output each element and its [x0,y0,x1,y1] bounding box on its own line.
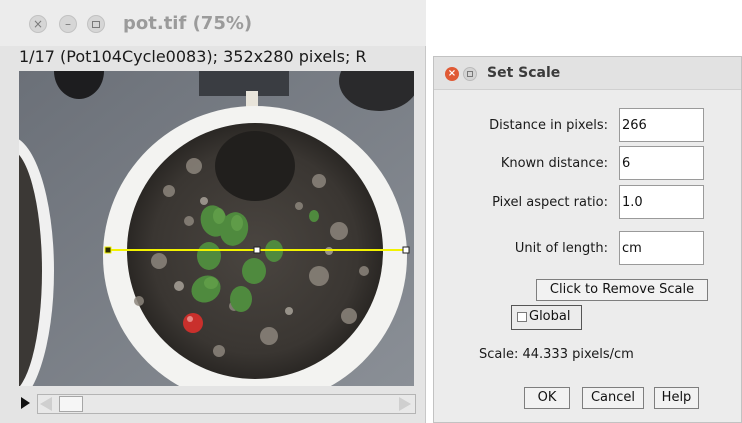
close-icon[interactable]: × [29,15,47,33]
cancel-button[interactable]: Cancel [582,387,644,409]
distance-in-pixels-label: Distance in pixels: [489,118,608,133]
unit-of-length-input[interactable] [619,231,704,265]
play-icon[interactable] [21,397,30,409]
dialog-titlebar: × Set Scale [434,57,741,90]
image-canvas[interactable] [19,71,414,386]
minimize-icon[interactable]: – [59,15,77,33]
dialog-title: Set Scale [487,65,561,81]
remove-scale-button[interactable]: Click to Remove Scale [536,279,708,301]
image-window-titlebar: × – pot.tif (75%) [0,0,426,46]
unit-of-length-label: Unit of length: [514,241,608,256]
known-distance-input[interactable] [619,146,704,180]
stack-scrollbar[interactable] [37,394,416,414]
scroll-left-icon[interactable] [40,397,52,411]
maximize-icon[interactable] [87,15,105,33]
image-info-line: 1/17 (Pot104Cycle0083); 352x280 pixels; … [19,47,367,66]
pixel-aspect-ratio-label: Pixel aspect ratio: [492,195,608,210]
close-glyph: × [32,17,44,31]
help-button[interactable]: Help [654,387,699,409]
set-scale-dialog: × Set Scale Distance in pixels: Known di… [433,56,742,423]
scrollbar-thumb[interactable] [59,396,83,412]
stack-navigation [19,392,416,416]
global-label: Global [529,309,571,324]
global-checkbox[interactable] [517,312,527,322]
image-window-title: pot.tif (75%) [123,13,253,34]
dialog-close-glyph: × [447,68,457,79]
image-window: × – pot.tif (75%) 1/17 (Pot104Cycle0083)… [0,0,426,423]
known-distance-label: Known distance: [500,156,608,171]
line-handle-end [402,246,410,254]
line-handle-mid [253,246,261,254]
distance-in-pixels-input[interactable] [619,108,704,142]
close-icon[interactable]: × [445,67,459,81]
line-handle-start [104,246,112,254]
pixel-aspect-ratio-input[interactable] [619,185,704,219]
maximize-icon[interactable] [463,67,477,81]
scale-readout: Scale: 44.333 pixels/cm [479,347,634,362]
plant-pot-photo [19,71,414,386]
scroll-right-icon[interactable] [399,397,411,411]
ok-button[interactable]: OK [524,387,570,409]
minimize-glyph: – [65,17,71,31]
global-checkbox-group[interactable]: Global [511,305,582,330]
